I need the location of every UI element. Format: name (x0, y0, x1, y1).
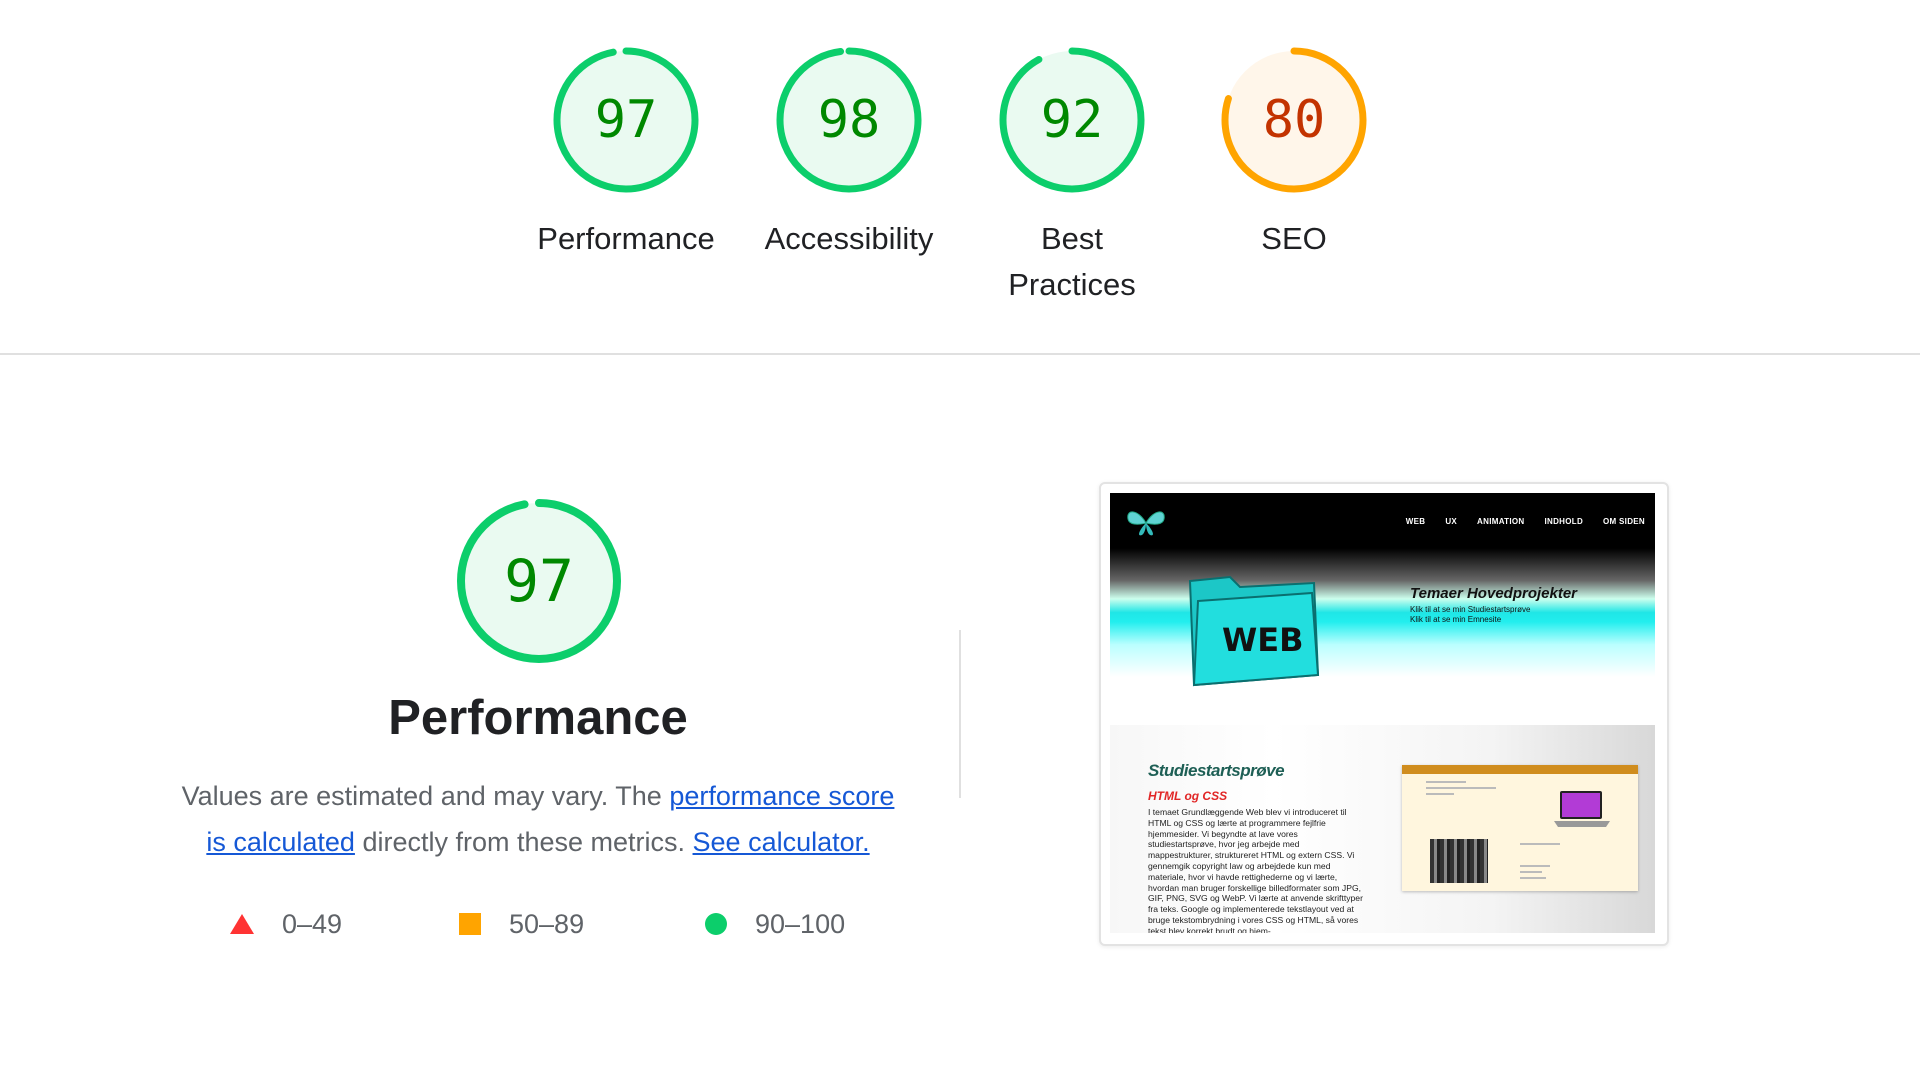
screenshot-card-line (1520, 865, 1550, 867)
seo-score: 80 (1262, 90, 1326, 150)
gauge-performance[interactable]: 97 (551, 45, 701, 195)
screenshot-hero-line: Klik til at se min Emnesite (1410, 615, 1502, 624)
legend-fail: 0–49 (230, 907, 342, 941)
desc-prefix: Values are estimated and may vary. The (181, 781, 670, 811)
folder-icon: WEB (1188, 575, 1320, 687)
legend-average: 50–89 (459, 907, 584, 941)
gauge-performance-large: 97 (455, 497, 623, 665)
desc-middle: directly from these metrics. (354, 827, 693, 857)
screenshot-nav-item: UX (1445, 517, 1458, 526)
screenshot-subsection: HTML og CSS (1148, 789, 1228, 803)
screenshot-card-line (1426, 781, 1466, 783)
screenshot-image: WEB UX ANIMATION INDHOLD OM SIDEN WEB Te… (1110, 493, 1655, 933)
label-performance[interactable]: Performance (526, 216, 726, 262)
label-best-practices-line1: Best (1040, 221, 1104, 256)
vertical-divider (959, 630, 961, 798)
is-calculated-link[interactable]: is calculated (206, 827, 355, 857)
accessibility-score: 98 (817, 90, 881, 150)
screenshot-card-bar (1402, 765, 1638, 774)
triangle-fail-icon (230, 914, 254, 934)
performance-score: 97 (594, 90, 658, 150)
screenshot-section-title: Studiestartsprøve (1148, 761, 1285, 780)
gauge-accessibility[interactable]: 98 (774, 45, 924, 195)
screenshot-card (1402, 765, 1638, 891)
legend-average-range: 50–89 (509, 908, 585, 939)
performance-score-large: 97 (504, 547, 574, 615)
screenshot-hero-title: Temaer Hovedprojekter (1410, 585, 1578, 602)
final-screenshot[interactable]: WEB UX ANIMATION INDHOLD OM SIDEN WEB Te… (1099, 482, 1669, 946)
circle-pass-icon (705, 913, 727, 935)
section-divider (0, 353, 1920, 355)
screenshot-body: I temaet Grundlæggende Web blev vi intro… (1148, 807, 1363, 933)
legend-fail-range: 0–49 (282, 908, 343, 939)
screenshot-card-line (1426, 793, 1454, 795)
performance-score-link[interactable]: performance score (669, 781, 894, 811)
screenshot-card-line (1520, 871, 1542, 873)
screenshot-nav-item: INDHOLD (1544, 517, 1584, 526)
screenshot-hero: WEB UX ANIMATION INDHOLD OM SIDEN WEB Te… (1110, 493, 1655, 723)
screenshot-hero-line: Klik til at se min Studiestartsprøve (1410, 605, 1531, 614)
screenshot-card-image (1430, 839, 1488, 883)
screenshot-nav-item: OM SIDEN (1603, 517, 1645, 526)
legend-pass: 90–100 (705, 907, 845, 941)
label-best-practices-line2: Practices (1008, 267, 1136, 302)
screenshot-card-line (1520, 843, 1560, 845)
butterfly-logo-icon (1127, 511, 1165, 536)
label-accessibility[interactable]: Accessibility (749, 216, 949, 262)
screenshot-nav-item: WEB (1405, 517, 1426, 526)
screenshot-nav: WEB UX ANIMATION INDHOLD OM SIDEN (1406, 517, 1645, 526)
label-seo[interactable]: SEO (1194, 216, 1394, 262)
screenshot-card-line (1520, 877, 1546, 879)
best-practices-score: 92 (1040, 90, 1104, 150)
gauge-best-practices[interactable]: 92 (997, 45, 1147, 195)
label-best-practices[interactable]: Best Practices (972, 216, 1172, 308)
folder-label: WEB (1222, 621, 1304, 659)
performance-title: Performance (388, 691, 688, 745)
screenshot-card-line (1426, 787, 1496, 789)
screenshot-nav-item: ANIMATION (1477, 517, 1525, 526)
square-average-icon (459, 913, 481, 935)
see-calculator-link[interactable]: See calculator. (693, 827, 870, 857)
performance-description: Values are estimated and may vary. The p… (158, 773, 918, 865)
legend-pass-range: 90–100 (755, 908, 846, 939)
laptop-icon (1554, 791, 1610, 827)
gauge-seo[interactable]: 80 (1219, 45, 1369, 195)
screenshot-section: Studiestartsprøve HTML og CSS I temaet G… (1110, 725, 1655, 933)
